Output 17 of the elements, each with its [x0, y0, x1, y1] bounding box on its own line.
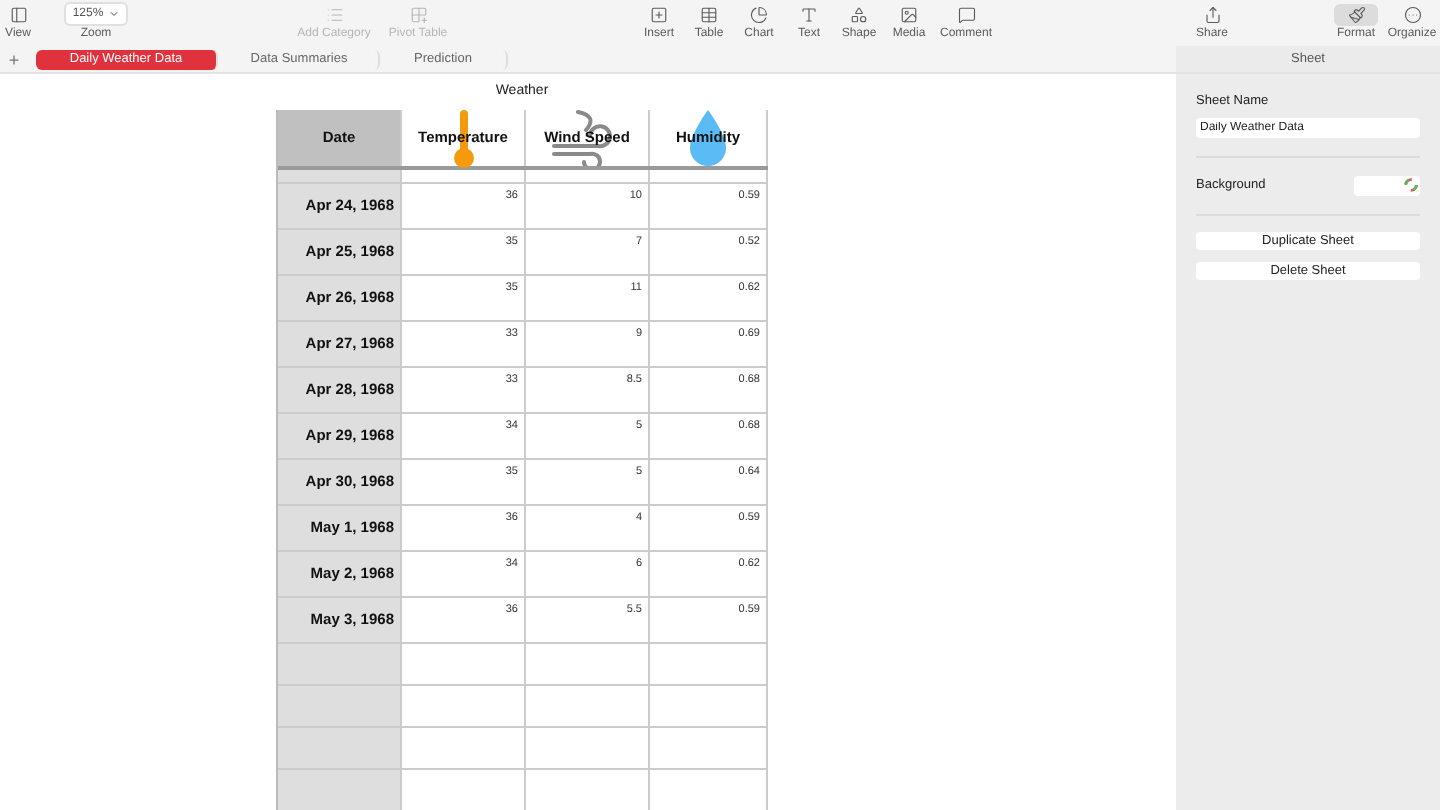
add-sheet-button[interactable]: +: [0, 49, 28, 69]
plus-square-icon: [650, 6, 668, 24]
color-wheel-icon: [1404, 178, 1418, 193]
caret-icon: [107, 8, 120, 20]
shapes-icon: [850, 6, 868, 24]
text-box-icon: [800, 6, 818, 24]
image-icon: [900, 6, 918, 24]
circle-icon: [1403, 6, 1421, 24]
table-icon: [700, 6, 718, 24]
sidebar-icon: [9, 6, 27, 24]
paintbrush-icon: [1347, 6, 1365, 24]
comment-icon: [957, 6, 975, 24]
share-icon: [1203, 6, 1221, 24]
list-icon: [325, 6, 343, 24]
color-well[interactable]: [1354, 175, 1420, 196]
pie-chart-icon: [750, 6, 768, 24]
grid-icon: [409, 6, 427, 24]
